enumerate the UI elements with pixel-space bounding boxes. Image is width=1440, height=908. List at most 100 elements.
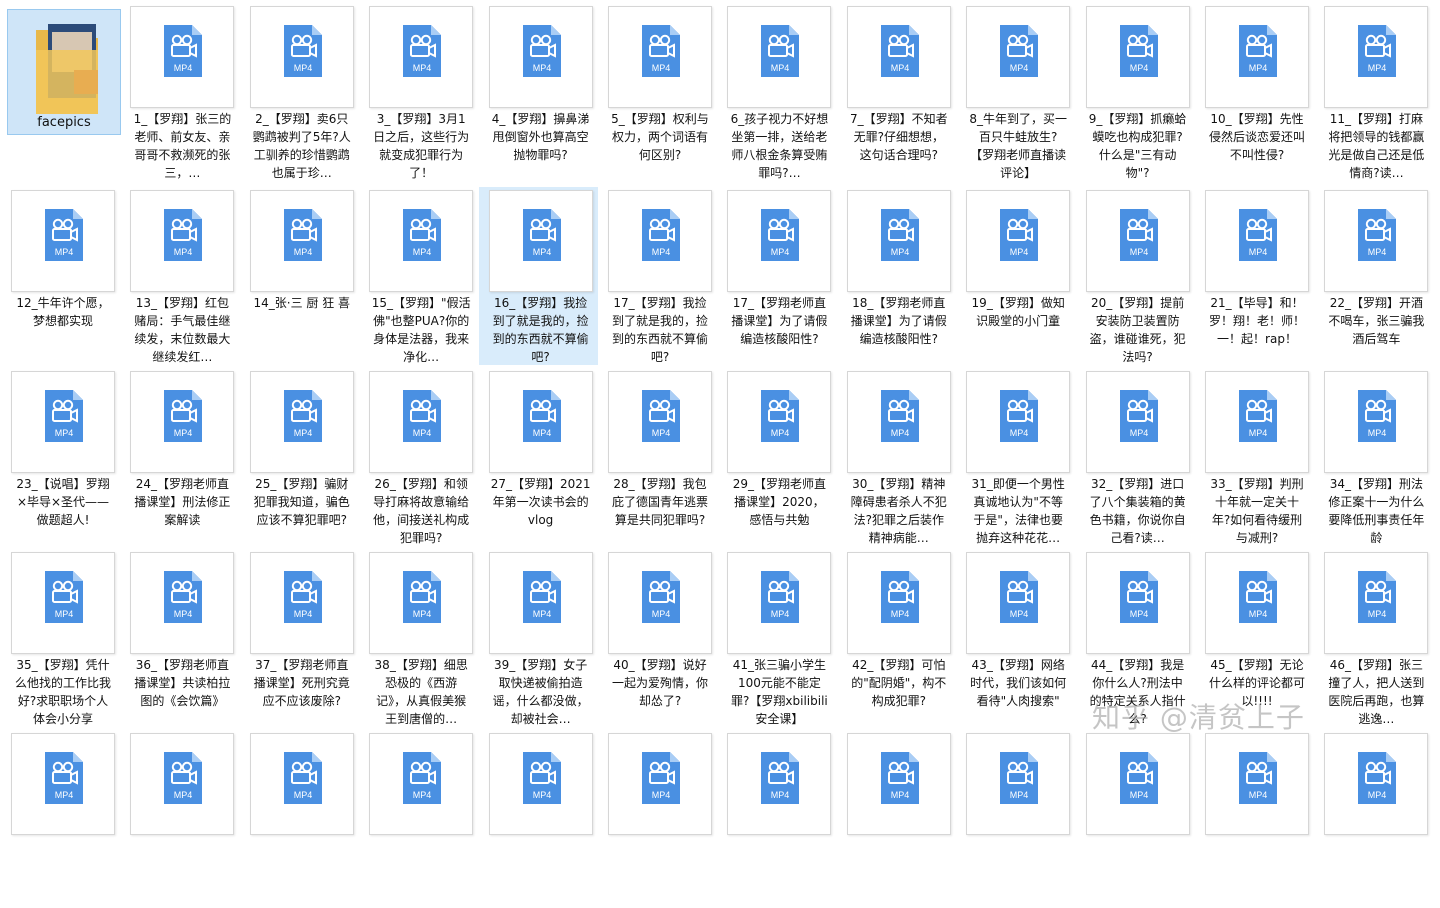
mp4-file-item[interactable]: MP4 23_【说唱】罗翔×毕导×圣代——做题超人!: [1, 368, 120, 546]
mp4-file-item[interactable]: MP4 17_【罗翔】我捡到了就是我的，捡到的东西就不算偷吧?: [598, 187, 717, 365]
file-type-label: MP4: [652, 428, 671, 438]
mp4-file-item[interactable]: MP4 39_【罗翔】女子取快递被偷拍造谣，什么都没做，却被社会…: [479, 549, 598, 727]
mp4-file-item[interactable]: MP4 11_【罗翔】打麻将把领导的钱都赢光是做自己还是低情商?读…: [1314, 3, 1433, 181]
mp4-file-item[interactable]: MP4 46_【罗翔】张三撞了人，把人送到医院后再跑，也算逃逸…: [1314, 549, 1433, 727]
watermark-text: 知乎 @清贫上子: [1092, 701, 1305, 734]
mp4-file-item[interactable]: MP4 22_【罗翔】开酒不喝车，张三骗我酒后驾车: [1314, 187, 1433, 365]
mp4-file-item[interactable]: MP4 1_【罗翔】张三的老师、前女友、亲哥哥不救濒死的张三，…: [120, 3, 239, 181]
mp4-file-item[interactable]: MP4 3_【罗翔】3月1日之后，这些行为就变成犯罪行为了！: [359, 3, 478, 181]
mp4-file-item[interactable]: MP4 20_【罗翔】提前安装防卫装置防盗，谁碰谁死，犯法吗?: [1076, 187, 1195, 365]
mp4-file-item[interactable]: MP4 37_【罗翔老师直播课堂】死刑究竟应不应该废除?: [240, 549, 359, 727]
file-name: 6_孩子视力不好想坐第一排，送给老师八根金条算受贿罪吗?…: [730, 112, 829, 180]
mp4-file-item[interactable]: MP4 8_牛年到了，买一百只牛蛙放生?【罗翔老师直播读评论】: [956, 3, 1075, 181]
file-thumbnail: MP4: [1205, 371, 1309, 473]
mp4-file-item[interactable]: MP4 2_【罗翔】卖6只鹦鹉被判了5年?人工驯养的珍惜鹦鹉也属于珍…: [240, 3, 359, 181]
file-type-label: MP4: [1368, 790, 1387, 800]
mp4-file-item[interactable]: MP4: [1076, 730, 1195, 908]
file-name: 11_【罗翔】打麻将把领导的钱都赢光是做自己还是低情商?读…: [1328, 112, 1425, 180]
mp4-file-item[interactable]: MP4 4_【罗翔】擤鼻涕甩倒窗外也算高空抛物罪吗?: [479, 3, 598, 181]
mp4-file-item[interactable]: MP4: [1195, 730, 1314, 908]
mp4-file-item[interactable]: MP4 25_【罗翔】骗财犯罪我知道，骗色应该不算犯罪吧?: [240, 368, 359, 546]
file-thumbnail: MP4: [846, 552, 951, 654]
file-name: 1_【罗翔】张三的老师、前女友、亲哥哥不救濒死的张三，…: [133, 112, 232, 180]
mp4-file-item[interactable]: MP4 19_【罗翔】做知识殿堂的小门童: [956, 187, 1075, 365]
mp4-file-item[interactable]: MP4 43_【罗翔】网络时代，我们该如何看待"人肉搜索": [956, 549, 1075, 727]
mp4-file-icon: MP4: [164, 390, 203, 442]
mp4-file-item[interactable]: MP4 10_【罗翔】先性侵然后谈恋爱还叫不叫性侵?: [1195, 3, 1314, 181]
mp4-file-item[interactable]: MP4 17_【罗翔老师直播课堂】为了请假编造核酸阳性?: [717, 187, 836, 365]
mp4-file-item[interactable]: MP4 14_张·三 厨 狂 喜: [240, 187, 359, 365]
mp4-file-item[interactable]: MP4: [1314, 730, 1433, 908]
file-thumbnail: MP4: [1205, 733, 1309, 835]
mp4-file-item[interactable]: MP4 36_【罗翔老师直播课堂】共读柏拉图的《会饮篇》: [120, 549, 239, 727]
file-thumbnail: MP4: [727, 371, 832, 473]
mp4-file-icon: MP4: [880, 390, 919, 442]
mp4-file-item[interactable]: MP4 26_【罗翔】和领导打麻将故意输给他，间接送礼构成犯罪吗?: [359, 368, 478, 546]
mp4-file-item[interactable]: MP4 34_【罗翔】刑法修正案十一为什么要降低刑事责任年龄: [1314, 368, 1433, 546]
mp4-file-item[interactable]: MP4 21_【毕导】和！罗！翔！老！师！一！起！rap！: [1195, 187, 1314, 365]
mp4-file-item[interactable]: MP4 12_牛年许个愿，梦想都实现: [1, 187, 120, 365]
file-type-label: MP4: [1129, 247, 1148, 257]
file-thumbnail: MP4: [11, 552, 115, 654]
file-thumbnail: MP4: [11, 371, 115, 473]
mp4-file-item[interactable]: MP4: [120, 730, 239, 908]
mp4-file-item[interactable]: MP4 40_【罗翔】说好一起为爱殉情，你却怂了?: [598, 549, 717, 727]
file-name: 36_【罗翔老师直播课堂】共读柏拉图的《会饮篇》: [134, 658, 231, 708]
file-thumbnail: MP4: [846, 733, 951, 835]
mp4-file-item[interactable]: MP4: [837, 730, 956, 908]
mp4-file-icon: MP4: [1000, 390, 1039, 442]
mp4-file-icon: MP4: [761, 571, 800, 623]
mp4-file-icon: MP4: [1239, 209, 1277, 261]
mp4-file-item[interactable]: MP4 31_即便一个男性真诚地认为"不等于是"，法律也要抛弃这种花花…: [956, 368, 1075, 546]
mp4-file-item[interactable]: MP4 24_【罗翔老师直播课堂】刑法修正案解读: [120, 368, 239, 546]
mp4-file-item[interactable]: MP4 15_【罗翔】"假活佛"也整PUA?你的身体是法器，我来净化…: [359, 187, 478, 365]
mp4-file-icon: MP4: [522, 390, 561, 442]
file-type-label: MP4: [174, 609, 193, 619]
mp4-file-item[interactable]: MP4 27_【罗翔】2021年第一次读书会的vlog: [479, 368, 598, 546]
file-thumbnail: MP4: [1085, 552, 1190, 654]
mp4-file-item[interactable]: MP4 33_【罗翔】判刑十年就一定关十年?如何看待缓刑与减刑?: [1195, 368, 1314, 546]
mp4-file-item[interactable]: MP4: [1, 730, 120, 908]
mp4-file-item[interactable]: MP4 5_【罗翔】权利与权力，两个词语有何区别?: [598, 3, 717, 181]
mp4-file-item[interactable]: MP4: [240, 730, 359, 908]
file-type-label: MP4: [891, 247, 910, 257]
file-name: 19_【罗翔】做知识殿堂的小门童: [971, 296, 1065, 328]
mp4-file-item[interactable]: MP4 35_【罗翔】凭什么他找的工作比我好?求职职场个人体会小分享: [1, 549, 120, 727]
file-thumbnail: MP4: [369, 190, 474, 292]
file-thumbnail: MP4: [249, 733, 354, 835]
mp4-file-item[interactable]: MP4: [598, 730, 717, 908]
mp4-file-item[interactable]: MP4: [479, 730, 598, 908]
mp4-file-item[interactable]: MP4: [956, 730, 1075, 908]
mp4-file-item[interactable]: MP4 6_孩子视力不好想坐第一排，送给老师八根金条算受贿罪吗?…: [717, 3, 836, 181]
mp4-file-icon: MP4: [1119, 209, 1158, 261]
file-name: 14_张·三 厨 狂 喜: [253, 296, 351, 310]
mp4-file-item[interactable]: MP4 18_【罗翔老师直播课堂】为了请假编造核酸阳性?: [837, 187, 956, 365]
mp4-file-item[interactable]: MP4 9_【罗翔】抓癞蛤蟆吃也构成犯罪?什么是"三有动物"?: [1076, 3, 1195, 181]
file-type-label: MP4: [652, 609, 671, 619]
folder-item[interactable]: facepics: [1, 3, 121, 181]
file-thumbnail: MP4: [608, 190, 712, 292]
mp4-file-item[interactable]: MP4 28_【罗翔】我包庇了德国青年逃票算是共同犯罪吗?: [598, 368, 717, 546]
mp4-file-item[interactable]: MP4 29_【罗翔老师直播课堂】2020，感悟与共勉: [717, 368, 836, 546]
file-type-label: MP4: [891, 63, 910, 73]
mp4-file-item[interactable]: MP4 30_【罗翔】精神障碍患者杀人不犯法?犯罪之后装作精神病能…: [837, 368, 956, 546]
mp4-file-item[interactable]: MP4 13_【罗翔】红包赌局：手气最佳继续发，末位数最大继续发红…: [120, 187, 239, 365]
mp4-file-item[interactable]: MP4: [359, 730, 478, 908]
mp4-file-item[interactable]: MP4: [717, 730, 836, 908]
mp4-file-item[interactable]: MP4 42_【罗翔】可怕的"配阴婚"，构不构成犯罪?: [837, 549, 956, 727]
mp4-file-icon: MP4: [761, 25, 800, 77]
mp4-file-icon: MP4: [403, 390, 442, 442]
file-thumbnail: MP4: [249, 190, 354, 292]
mp4-file-item[interactable]: MP4 16_【罗翔】我捡到了就是我的，捡到的东西就不算偷吧?: [478, 187, 598, 365]
mp4-file-icon: MP4: [283, 390, 322, 442]
mp4-file-icon: MP4: [1239, 390, 1277, 442]
mp4-file-icon: MP4: [761, 752, 800, 804]
mp4-file-item[interactable]: MP4 32_【罗翔】进口了八个集装箱的黄色书籍，你说你自己看?读…: [1076, 368, 1195, 546]
mp4-file-icon: MP4: [164, 752, 203, 804]
mp4-file-icon: MP4: [522, 209, 561, 261]
mp4-file-item[interactable]: MP4 7_【罗翔】不知者无罪?仔细想想，这句话合理吗?: [837, 3, 956, 181]
mp4-file-item[interactable]: MP4 41_张三骗小学生100元能不能定罪?【罗翔xbilibili安全课】: [717, 549, 836, 727]
file-thumbnail: MP4: [1324, 6, 1429, 108]
mp4-file-item[interactable]: MP4 38_【罗翔】细思恐极的《西游记》，从真假美猴王到唐僧的…: [359, 549, 478, 727]
file-name: 18_【罗翔老师直播课堂】为了请假编造核酸阳性?: [850, 296, 947, 346]
